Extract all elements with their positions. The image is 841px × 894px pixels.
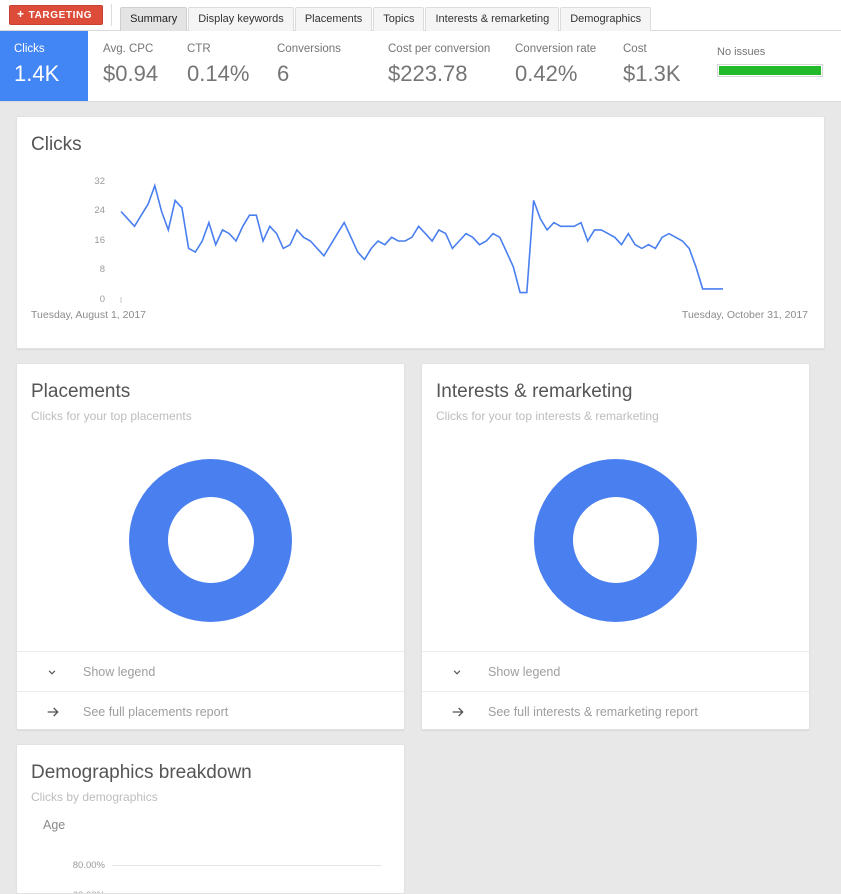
metric-card-conversion-rate[interactable]: Conversion rate 0.42% [515, 31, 623, 101]
metric-value-clicks: 1.4K [14, 60, 60, 86]
metric-value-cost-per-conversion: $223.78 [388, 60, 468, 86]
metric-label-clicks: Clicks [14, 43, 45, 55]
clicks-chart-title: Clicks [31, 134, 82, 155]
status-indicator: No issues [717, 31, 823, 101]
interests-donut-chart[interactable] [534, 458, 697, 622]
tab-topics[interactable]: Topics [373, 6, 425, 31]
demographics-age-chart[interactable]: 80.00% 60.00% [17, 842, 404, 893]
placements-subtitle: Clicks for your top placements [31, 408, 192, 423]
metric-card-cost-per-conversion[interactable]: Cost per conversion $223.78 [388, 31, 515, 101]
demographics-gridline-80 [112, 865, 382, 867]
metric-card-cost[interactable]: Cost $1.3K [623, 31, 717, 101]
main-content: Clicks 0 8 16 24 32 Tuesday, August 1, 2017 … [0, 102, 841, 894]
placements-title: Placements [31, 381, 131, 402]
interests-full-report-row[interactable]: See full interests & remarketing report [422, 691, 809, 731]
demographics-title: Demographics breakdown [31, 762, 252, 783]
chevron-down-icon [45, 665, 69, 679]
metric-label-avg-cpc: Avg. CPC [103, 43, 154, 55]
metric-value-cost: $1.3K [623, 60, 681, 86]
demographics-breakdown-card: Demographics breakdown Clicks by demogra… [16, 744, 405, 894]
top-tab-bar: + TARGETING Summary Display keywords Pla… [0, 0, 841, 31]
metric-label-cost-per-conversion: Cost per conversion [388, 43, 491, 55]
arrow-right-icon [450, 704, 474, 720]
chevron-down-icon [450, 665, 474, 679]
demographics-subtitle: Clicks by demographics [31, 789, 158, 804]
interests-donut-wrap [422, 429, 809, 651]
placements-show-legend-row[interactable]: Show legend [17, 651, 404, 691]
placements-donut-chart[interactable] [129, 458, 292, 622]
interests-show-legend-row[interactable]: Show legend [422, 651, 809, 691]
status-bar [717, 64, 823, 77]
metric-label-ctr: CTR [187, 43, 211, 55]
clicks-chart-x-end-label: Tuesday, October 31, 2017 [681, 309, 808, 321]
placements-card: Placements Clicks for your top placement… [16, 363, 405, 730]
demographics-ytick-80: 80.00% [72, 860, 105, 872]
metric-label-cost: Cost [623, 43, 647, 55]
metric-value-ctr: 0.14% [187, 60, 250, 86]
plus-icon: + [17, 7, 25, 21]
demographics-ytick-60: 60.00% [57, 890, 105, 893]
donut-cards-row: Placements Clicks for your top placement… [16, 363, 825, 730]
clicks-chart-x-start-label: Tuesday, August 1, 2017 [31, 309, 146, 321]
interests-remarketing-card: Interests & remarketing Clicks for your … [421, 363, 810, 730]
tab-summary[interactable]: Summary [120, 6, 188, 31]
status-bar-fill [719, 66, 821, 75]
interests-full-report-label: See full interests & remarketing report [488, 704, 698, 719]
metrics-summary-bar: Clicks 1.4K Avg. CPC $0.94 CTR 0.14% Con… [0, 31, 841, 102]
placements-full-report-label: See full placements report [83, 704, 229, 719]
metric-value-conversions: 6 [277, 60, 290, 86]
arrow-right-icon [45, 704, 69, 720]
add-targeting-label: TARGETING [28, 9, 93, 21]
placements-full-report-row[interactable]: See full placements report [17, 691, 404, 731]
metric-value-conversion-rate: 0.42% [515, 60, 578, 86]
tab-placements[interactable]: Placements [294, 6, 373, 31]
interests-show-legend-label: Show legend [488, 664, 561, 679]
interests-subtitle: Clicks for your top interests & remarket… [436, 408, 659, 423]
add-targeting-button[interactable]: + TARGETING [9, 5, 104, 25]
placements-show-legend-label: Show legend [83, 664, 156, 679]
metric-card-clicks[interactable]: Clicks 1.4K [0, 31, 88, 101]
clicks-chart-card: Clicks 0 8 16 24 32 Tuesday, August 1, 2017 … [16, 116, 825, 349]
tab-interests-remarketing[interactable]: Interests & remarketing [425, 6, 560, 31]
toolbar-divider [111, 4, 113, 26]
interests-title: Interests & remarketing [436, 381, 633, 402]
metric-label-conversion-rate: Conversion rate [515, 43, 597, 55]
metric-card-ctr[interactable]: CTR 0.14% [187, 31, 277, 101]
metric-value-avg-cpc: $0.94 [103, 60, 159, 86]
metric-label-conversions: Conversions [277, 43, 341, 55]
placements-donut-wrap [17, 429, 404, 651]
status-label: No issues [717, 46, 766, 58]
metric-card-conversions[interactable]: Conversions 6 [277, 31, 388, 101]
demographics-section-age-label: Age [43, 818, 66, 833]
metric-card-avg-cpc[interactable]: Avg. CPC $0.94 [88, 31, 187, 101]
tab-strip: Summary Display keywords Placements Topi… [120, 6, 652, 31]
tab-display-keywords[interactable]: Display keywords [188, 6, 294, 31]
tab-demographics[interactable]: Demographics [560, 6, 652, 31]
